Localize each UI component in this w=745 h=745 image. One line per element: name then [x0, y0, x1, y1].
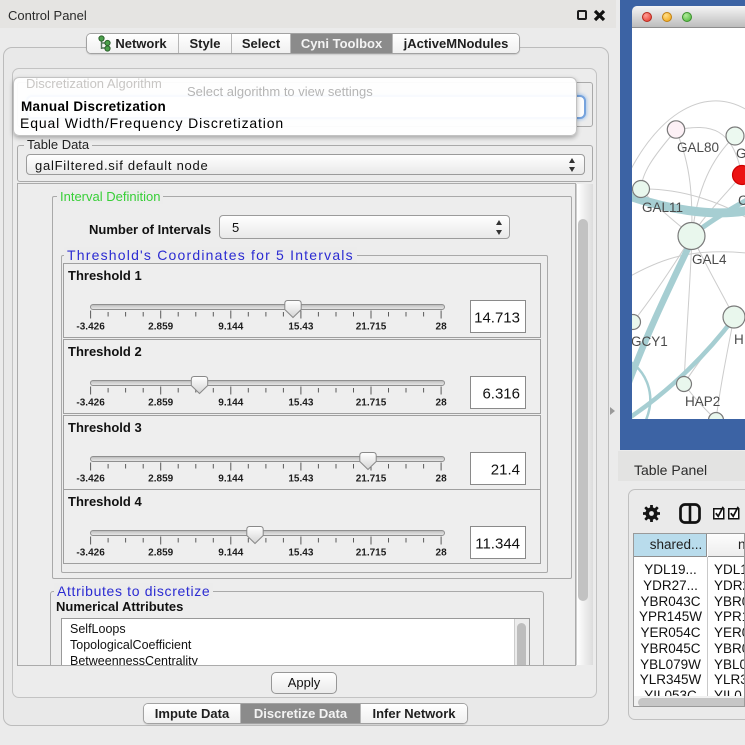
svg-text:21.715: 21.715 — [356, 322, 387, 333]
svg-text:15.43: 15.43 — [288, 474, 313, 485]
svg-text:28: 28 — [436, 398, 448, 409]
svg-text:HAP2: HAP2 — [685, 394, 720, 409]
svg-text:9.144: 9.144 — [218, 548, 243, 559]
svg-text:9.144: 9.144 — [218, 322, 243, 333]
svg-text:9.144: 9.144 — [218, 398, 243, 409]
svg-text:15.43: 15.43 — [288, 398, 313, 409]
svg-text:15.43: 15.43 — [288, 322, 313, 333]
svg-text:2.859: 2.859 — [148, 398, 173, 409]
svg-text:21.715: 21.715 — [356, 548, 387, 559]
svg-text:-3.426: -3.426 — [76, 474, 105, 485]
svg-text:GCY1: GCY1 — [632, 334, 668, 349]
svg-text:GAL4: GAL4 — [692, 252, 727, 267]
svg-text:28: 28 — [436, 548, 448, 559]
svg-text:15.43: 15.43 — [288, 548, 313, 559]
svg-text:28: 28 — [436, 474, 448, 485]
svg-text:2.859: 2.859 — [148, 474, 173, 485]
svg-text:H: H — [734, 332, 744, 347]
svg-text:9.144: 9.144 — [218, 474, 243, 485]
svg-text:G.: G. — [736, 146, 745, 161]
svg-text:2.859: 2.859 — [148, 548, 173, 559]
svg-text:-3.426: -3.426 — [76, 322, 105, 333]
svg-text:-3.426: -3.426 — [76, 548, 105, 559]
svg-text:21.4: 21.4 — [491, 462, 520, 479]
svg-text:GAL11: GAL11 — [642, 200, 683, 215]
svg-text:28: 28 — [436, 322, 448, 333]
svg-text:21.715: 21.715 — [356, 398, 387, 409]
svg-text:6.316: 6.316 — [482, 386, 520, 403]
svg-text:2.859: 2.859 — [148, 322, 173, 333]
svg-text:21.715: 21.715 — [356, 474, 387, 485]
svg-text:C: C — [738, 193, 745, 208]
svg-text:-3.426: -3.426 — [76, 398, 105, 409]
svg-text:GAL80: GAL80 — [677, 140, 719, 155]
svg-text:11.344: 11.344 — [475, 536, 520, 553]
svg-text:14.713: 14.713 — [474, 310, 520, 327]
